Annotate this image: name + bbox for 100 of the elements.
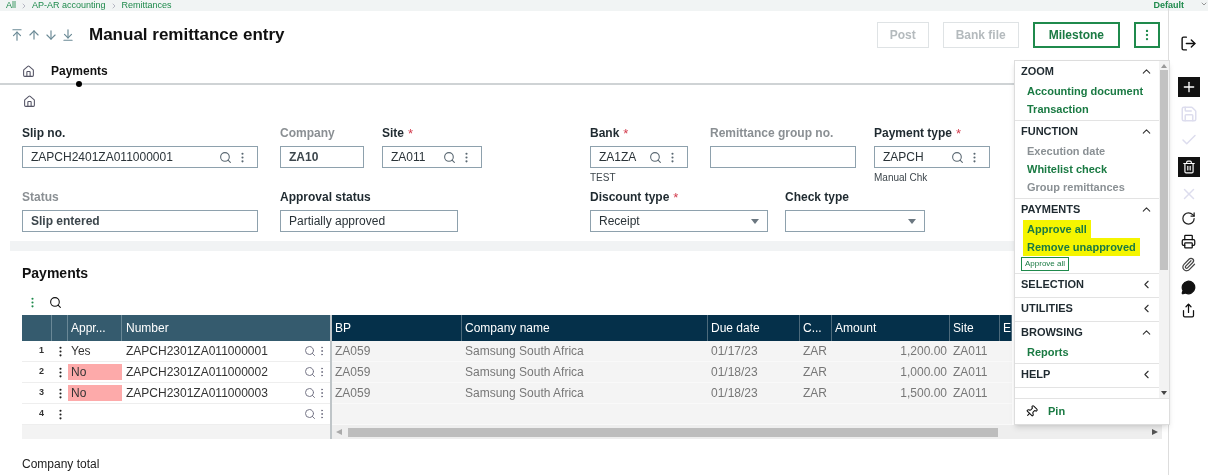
refresh-icon[interactable] bbox=[1181, 211, 1196, 226]
column-header[interactable]: Number bbox=[122, 315, 330, 341]
table-cell-text: 01/17/23 bbox=[710, 343, 759, 360]
row-number: 2 bbox=[38, 365, 45, 379]
menu-section-title[interactable]: HELP bbox=[1021, 366, 1051, 383]
input-field[interactable]: ZAPCH2401ZA011000001 bbox=[22, 146, 258, 168]
dropdown-caret-icon bbox=[908, 218, 916, 224]
breadcrumb-link[interactable]: Remittances bbox=[121, 1, 172, 10]
table-cell-text: Yes bbox=[70, 343, 92, 359]
search-icon[interactable] bbox=[49, 295, 62, 309]
menu-item[interactable]: Remove unapproved bbox=[1023, 238, 1140, 256]
menu-section-title[interactable]: FUNCTION bbox=[1021, 123, 1078, 140]
field-label: Company total bbox=[22, 456, 101, 473]
field-description: Manual Chk bbox=[874, 171, 929, 185]
field-label: Bank bbox=[590, 125, 620, 142]
table-cell-text: ZA011 bbox=[952, 343, 989, 360]
more-actions-button[interactable] bbox=[1134, 22, 1160, 48]
profile-caret-icon[interactable] bbox=[1200, 0, 1208, 8]
table-cell-text: 01/18/23 bbox=[710, 364, 759, 381]
field-description: TEST bbox=[590, 171, 617, 185]
field-label: Remittance group no. bbox=[710, 125, 834, 142]
print-icon[interactable] bbox=[1181, 234, 1196, 249]
table-cell-text: 01/18/23 bbox=[710, 385, 759, 402]
comment-icon[interactable] bbox=[1181, 280, 1196, 295]
breadcrumb-link[interactable]: All bbox=[6, 1, 16, 10]
input-field[interactable]: Partially approved bbox=[280, 210, 458, 232]
field-label: Status bbox=[22, 189, 59, 206]
delete-button[interactable] bbox=[1177, 157, 1200, 177]
table-cell-text: ZA059 bbox=[334, 343, 372, 360]
scroll-right-icon[interactable] bbox=[1152, 429, 1158, 435]
required-mark: * bbox=[623, 126, 629, 140]
menu-section-title[interactable]: SELECTION bbox=[1021, 276, 1084, 293]
separator-icon bbox=[20, 1, 28, 10]
menu-section-title[interactable]: ZOOM bbox=[1021, 63, 1054, 80]
table-cell-text: ZAPCH2301ZA011000003 bbox=[125, 385, 269, 402]
tooltip: Approve all bbox=[1021, 257, 1070, 271]
table-cell: No bbox=[68, 385, 122, 401]
table-cell-text: Samsung South Africa bbox=[464, 364, 585, 381]
input-field[interactable]: ZA1ZA bbox=[590, 146, 688, 168]
table-cell-text: ZA059 bbox=[334, 364, 372, 381]
trash-icon bbox=[1181, 160, 1196, 174]
paperclip-icon[interactable] bbox=[1181, 257, 1196, 272]
menu-section-title[interactable]: BROWSING bbox=[1021, 324, 1083, 341]
field-label: Discount type bbox=[590, 189, 670, 206]
table-cell-text: ZAPCH2301ZA011000001 bbox=[125, 343, 269, 360]
select-field[interactable]: Receipt bbox=[590, 210, 768, 232]
field-label: Approval status bbox=[280, 189, 371, 206]
row-number: 3 bbox=[38, 386, 45, 400]
horizontal-scrollbar[interactable] bbox=[348, 427, 998, 437]
required-mark: * bbox=[956, 126, 962, 140]
vertical-scrollbar[interactable] bbox=[1160, 70, 1168, 270]
table-cell-text: Samsung South Africa bbox=[464, 343, 585, 360]
menu-item[interactable]: Whitelist check bbox=[1023, 160, 1112, 178]
menu-section-title[interactable]: UTILITIES bbox=[1021, 300, 1073, 317]
table-cell-text: Samsung South Africa bbox=[464, 385, 585, 402]
section-title: Payments bbox=[22, 264, 89, 283]
logout-icon[interactable] bbox=[1180, 35, 1197, 52]
table-cell-text: ZAR bbox=[802, 385, 828, 402]
last-record-icon[interactable] bbox=[61, 28, 75, 42]
profile-label[interactable]: Default bbox=[1153, 0, 1184, 11]
table-cell-text: 1,500.00 bbox=[899, 385, 948, 402]
next-record-icon[interactable] bbox=[44, 28, 58, 42]
pin-button[interactable]: Pin bbox=[1048, 403, 1066, 420]
table-cell-text: ZA011 bbox=[952, 385, 989, 402]
breadcrumb-link[interactable]: AP-AR accounting bbox=[32, 1, 106, 10]
field-label: Check type bbox=[785, 189, 850, 206]
column-header[interactable]: Appr... bbox=[68, 315, 122, 341]
required-mark: * bbox=[673, 190, 679, 204]
home-icon[interactable] bbox=[23, 95, 36, 108]
table-cell-text: ZAR bbox=[802, 343, 828, 360]
table-cell-text: 1,000.00 bbox=[899, 364, 948, 381]
table-cell-text: ZAPCH2301ZA011000002 bbox=[125, 364, 269, 381]
page-title: Manual remittance entry bbox=[89, 24, 285, 47]
field-label: Payment type bbox=[874, 125, 953, 142]
required-mark: * bbox=[408, 126, 414, 140]
add-button[interactable] bbox=[1177, 77, 1200, 97]
action-button[interactable]: Milestone bbox=[1032, 22, 1120, 48]
select-field[interactable] bbox=[785, 210, 925, 232]
scroll-down-icon[interactable] bbox=[1161, 391, 1167, 395]
previous-record-icon[interactable] bbox=[27, 28, 41, 42]
home-icon[interactable] bbox=[22, 64, 35, 78]
input-field[interactable]: ZA011 bbox=[382, 146, 482, 168]
table-cell: No bbox=[68, 364, 122, 380]
row-number: 4 bbox=[38, 407, 45, 421]
row-number: 1 bbox=[38, 344, 45, 358]
menu-section-title[interactable]: PAYMENTS bbox=[1021, 201, 1081, 218]
input-field[interactable] bbox=[710, 146, 856, 168]
menu-item[interactable]: Accounting document bbox=[1023, 82, 1148, 100]
input-field[interactable]: ZAPCH bbox=[874, 146, 990, 168]
dropdown-caret-icon bbox=[751, 218, 759, 224]
scroll-up-icon[interactable] bbox=[1161, 64, 1167, 68]
menu-item[interactable]: Transaction bbox=[1023, 100, 1093, 118]
menu-item[interactable]: Reports bbox=[1023, 343, 1073, 361]
first-record-icon[interactable] bbox=[10, 28, 24, 42]
table-cell-text: ZA011 bbox=[952, 364, 989, 381]
menu-item[interactable]: Approve all bbox=[1023, 220, 1091, 238]
table-cell-text: 1,200.00 bbox=[899, 343, 948, 360]
share-icon[interactable] bbox=[1181, 303, 1196, 318]
field-label: Company bbox=[280, 125, 335, 142]
table-cell-text: ZAR bbox=[802, 364, 828, 381]
